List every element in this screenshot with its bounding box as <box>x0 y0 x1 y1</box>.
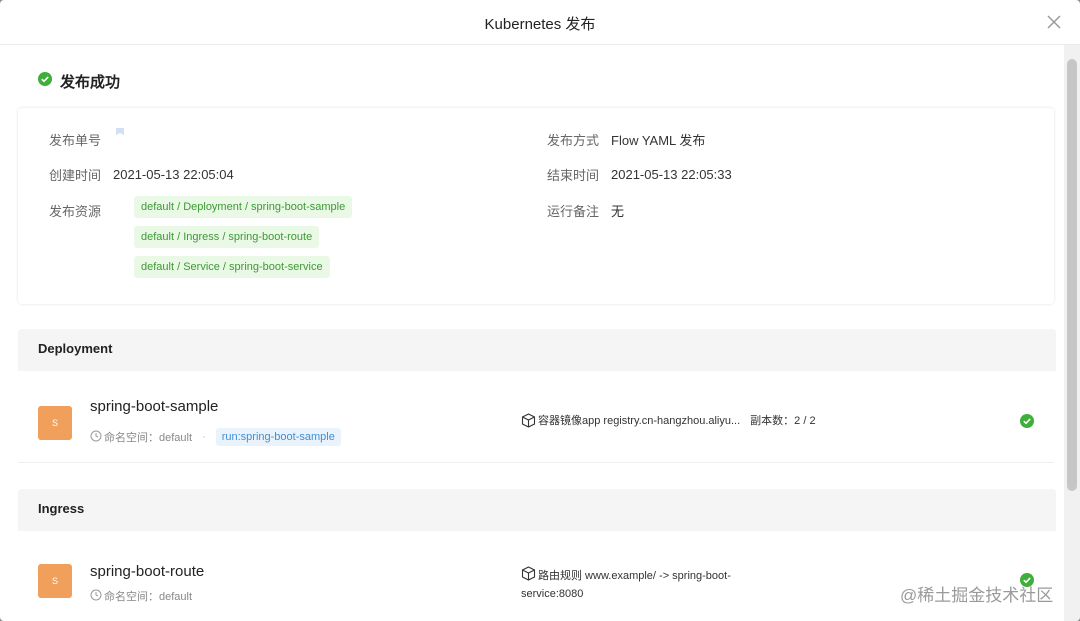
end-label: 结束时间 <box>547 168 600 183</box>
success-check-icon <box>38 71 52 91</box>
ingress-item[interactable]: S spring-boot-route 命名空间：default 路由规则 ww… <box>18 531 1054 621</box>
scrollbar-thumb[interactable] <box>1067 59 1077 491</box>
created-value: 2021-05-13 22:05:04 <box>113 167 234 182</box>
deployment-detail: 容器镜像app registry.cn-hangzhou.aliyu... 副本… <box>521 413 816 433</box>
resource-tag[interactable]: default / Ingress / spring-boot-route <box>134 226 320 248</box>
status-text: 发布成功 <box>60 73 121 91</box>
release-info-card: 发布单号 创建时间 2021-05-13 22:05:04 发布资源 defau… <box>18 108 1054 304</box>
end-value: 2021-05-13 22:05:33 <box>611 167 732 182</box>
replicas-text: 副本数：2 / 2 <box>750 415 816 427</box>
modal-header: Kubernetes 发布 <box>0 0 1080 45</box>
clock-icon <box>90 430 102 445</box>
app-icon: S <box>38 564 72 598</box>
resources-label: 发布资源 <box>49 204 102 219</box>
release-status: 发布成功 <box>38 71 120 91</box>
separator-dot: · <box>202 431 206 443</box>
deployment-section-title: Deployment <box>38 341 113 356</box>
remark-value: 无 <box>611 204 625 219</box>
release-no-label: 发布单号 <box>49 133 102 148</box>
method-label: 发布方式 <box>547 133 600 148</box>
scrollbar[interactable] <box>1064 45 1080 621</box>
image-text: 容器镜像app registry.cn-hangzhou.aliyu... <box>538 415 741 427</box>
created-row: 创建时间 2021-05-13 22:05:04 <box>49 165 234 184</box>
remark-label: 运行备注 <box>547 204 600 219</box>
cube-icon <box>521 413 536 433</box>
app-icon: S <box>38 406 72 440</box>
close-icon[interactable] <box>1044 12 1064 32</box>
kubernetes-release-modal: Kubernetes 发布 发布成功 发布单号 创建时间 2021-05-13 … <box>0 0 1080 621</box>
ingress-section-header: Ingress <box>18 489 1056 531</box>
created-label: 创建时间 <box>49 168 102 183</box>
method-row: 发布方式 Flow YAML 发布 <box>547 130 705 149</box>
deployment-section-header: Deployment <box>18 329 1056 371</box>
route-rule-continuation: service:8080 <box>521 588 584 600</box>
deployment-meta: 命名空间：default · run:spring-boot-sample <box>90 428 341 446</box>
namespace-text: 命名空间：default <box>104 591 193 603</box>
deployment-item[interactable]: S spring-boot-sample 命名空间：default · run:… <box>18 371 1054 463</box>
resource-tag[interactable]: default / Deployment / spring-boot-sampl… <box>134 196 353 218</box>
cube-icon <box>521 566 536 586</box>
flag-icon[interactable] <box>115 127 125 142</box>
modal-title: Kubernetes 发布 <box>484 16 596 33</box>
remark-row: 运行备注 无 <box>547 201 624 220</box>
resources-row: 发布资源 <box>49 201 101 220</box>
ingress-detail: 路由规则 www.example/ -> spring-boot- servic… <box>521 566 731 602</box>
ingress-name[interactable]: spring-boot-route <box>90 563 204 580</box>
clock-icon <box>90 589 102 604</box>
namespace-text: 命名空间：default <box>104 432 193 444</box>
end-row: 结束时间 2021-05-13 22:05:33 <box>547 165 732 184</box>
ingress-section-title: Ingress <box>38 501 85 516</box>
ingress-meta: 命名空间：default <box>90 588 192 604</box>
watermark: @稀土掘金技术社区 <box>900 586 1054 605</box>
resource-tag[interactable]: default / Service / spring-boot-service <box>134 256 330 278</box>
release-no-row: 发布单号 <box>49 127 125 149</box>
label-tag[interactable]: run:spring-boot-sample <box>215 428 341 446</box>
method-value: Flow YAML 发布 <box>611 133 706 148</box>
deployment-name[interactable]: spring-boot-sample <box>90 398 218 415</box>
route-rule-line: 路由规则 www.example/ -> spring-boot- <box>521 566 731 586</box>
route-rule-text: 路由规则 www.example/ -> spring-boot- <box>538 570 731 582</box>
success-check-icon <box>1020 414 1034 433</box>
